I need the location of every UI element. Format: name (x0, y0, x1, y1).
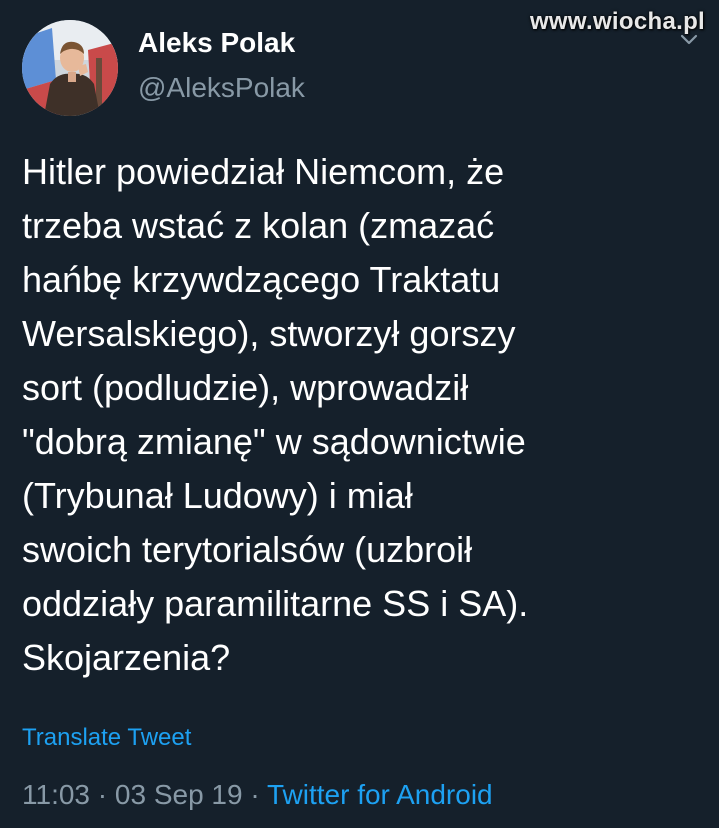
tweet-text: Hitler powiedział Niemcom, że trzeba wst… (22, 145, 702, 685)
avatar[interactable] (22, 20, 118, 116)
tweet-date: 03 Sep 19 (114, 779, 243, 810)
chevron-down-icon[interactable] (680, 34, 698, 46)
tweet-text-line: sort (podludzie), wprowadził (22, 367, 469, 408)
tweet-text-line: Hitler powiedział Niemcom, że (22, 151, 505, 192)
display-name[interactable]: Aleks Polak (138, 27, 295, 59)
tweet-text-line: oddziały paramilitarne SS i SA). (22, 583, 529, 624)
tweet-text-line: Skojarzenia? (22, 637, 231, 678)
tweet-text-line: trzeba wstać z kolan (zmazać (22, 205, 495, 246)
site-watermark: www.wiocha.pl (529, 8, 705, 35)
tweet-text-line: swoich terytorialsów (uzbroił (22, 529, 473, 570)
meta-separator: · (90, 779, 115, 810)
tweet-text-line: (Trybunał Ludowy) i miał (22, 475, 413, 516)
tweet-text-line: "dobrą zmianę" w sądownictwie (22, 421, 526, 462)
tweet-source-link[interactable]: Twitter for Android (267, 779, 493, 810)
meta-separator: · (242, 779, 267, 810)
tweet-meta: 11:03 · 03 Sep 19 · Twitter for Android (22, 779, 493, 811)
avatar-photo (22, 20, 118, 116)
translate-tweet-link[interactable]: Translate Tweet (22, 724, 191, 752)
tweet-detail: Aleks Polak @AleksPolak www.wiocha.pl Hi… (0, 0, 719, 828)
user-handle[interactable]: @AleksPolak (138, 72, 305, 104)
tweet-text-line: Wersalskiego), stworzył gorszy (22, 313, 516, 354)
tweet-time: 11:03 (22, 779, 90, 810)
tweet-text-line: hańbę krzywdzącego Traktatu (22, 259, 501, 300)
